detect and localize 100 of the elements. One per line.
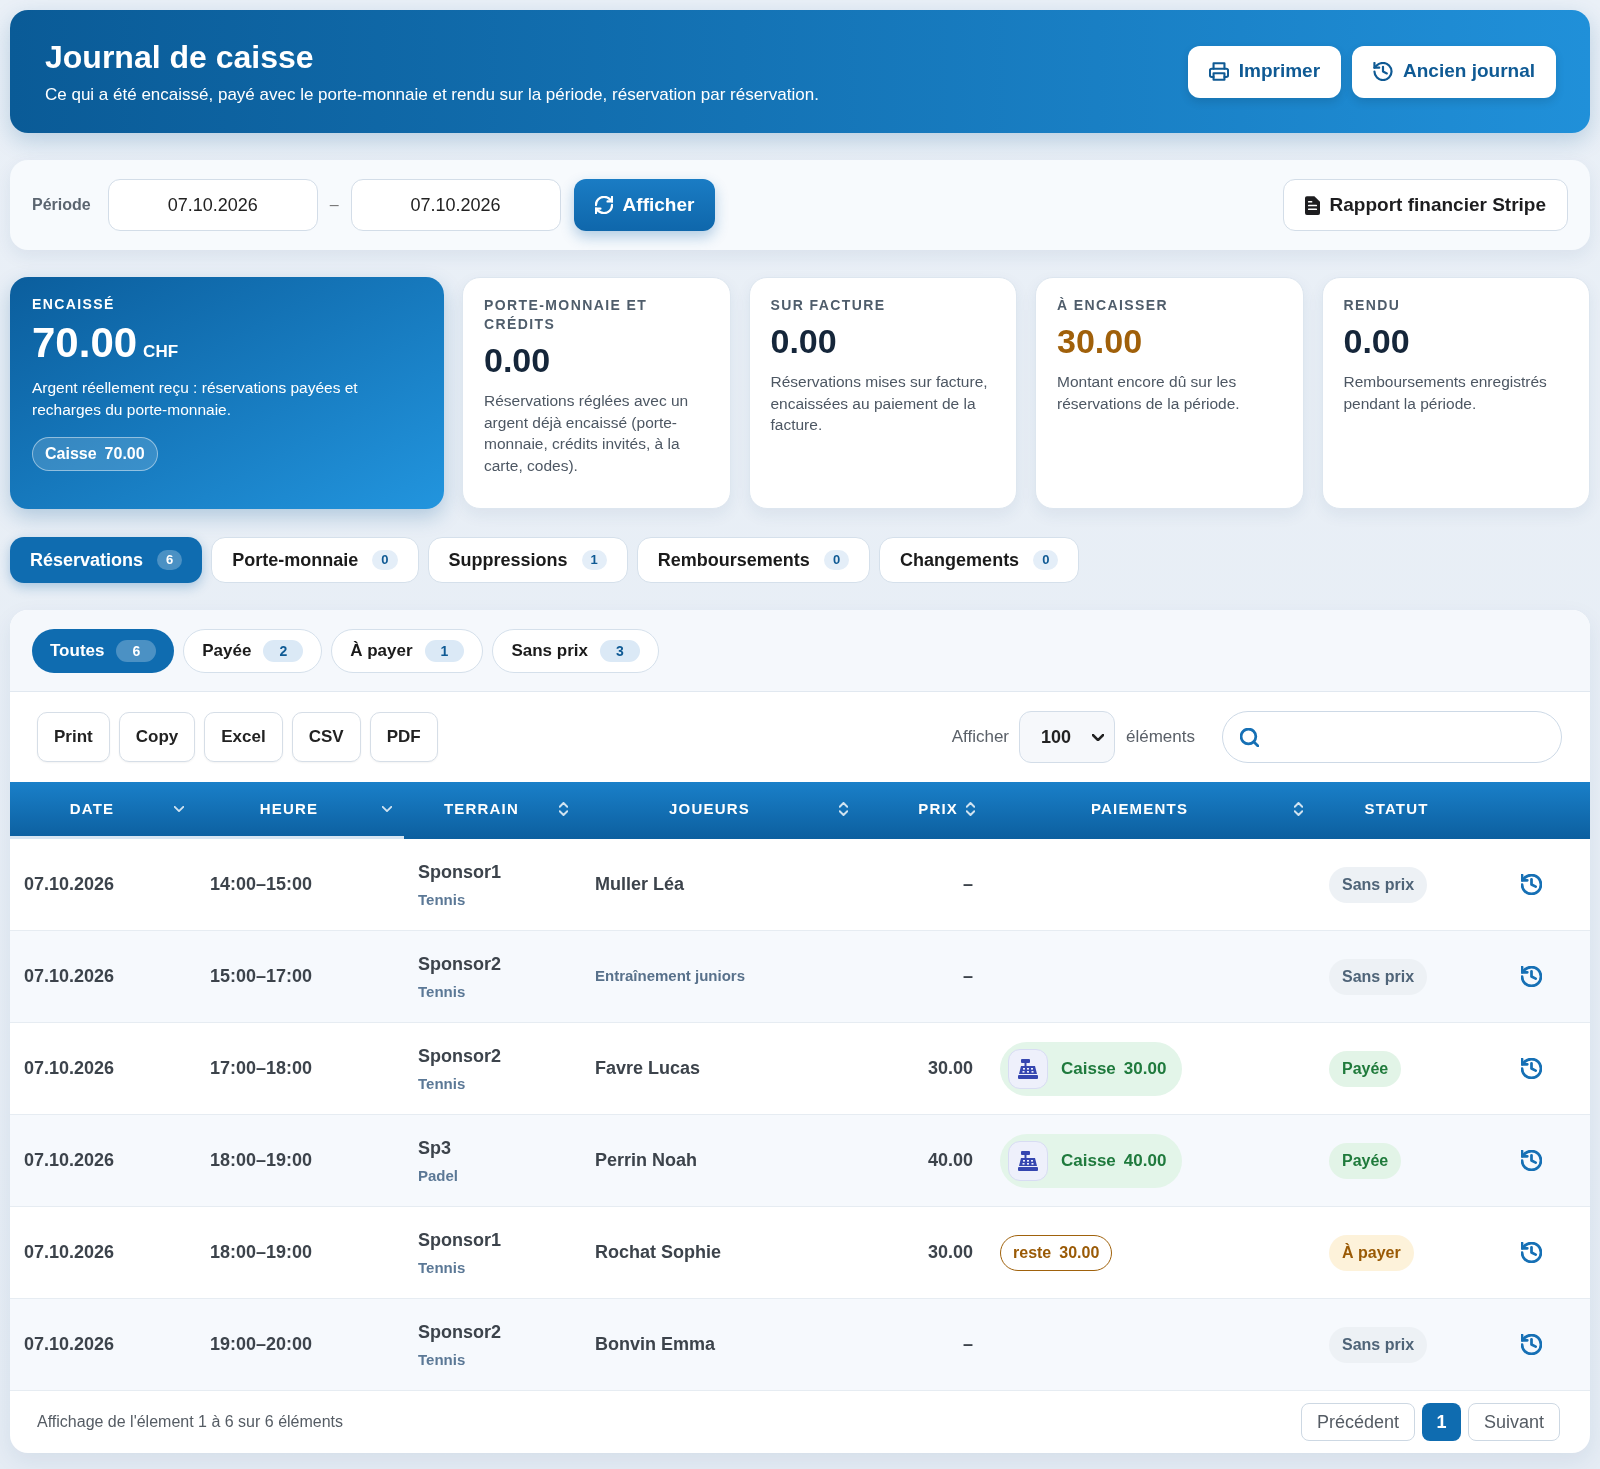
- sort-icon: [1294, 802, 1303, 816]
- column-header[interactable]: TERRAIN: [404, 782, 580, 839]
- player-name: Rochat Sophie: [595, 1241, 721, 1264]
- export-button[interactable]: CSV: [291, 712, 361, 762]
- history-button[interactable]: [1521, 966, 1542, 987]
- export-button[interactable]: Excel: [204, 712, 283, 762]
- history-button[interactable]: [1521, 1334, 1542, 1355]
- filter-pill[interactable]: À payer 1: [331, 628, 484, 673]
- sport-label: Tennis: [418, 1350, 466, 1369]
- cash-register-icon: [1008, 1048, 1048, 1089]
- status-badge: Payée: [1329, 1050, 1402, 1087]
- card-description: Argent réellement reçu : réservations payées et recharges du porte-monnaie.: [32, 378, 359, 420]
- tab[interactable]: Changements 0: [879, 537, 1080, 583]
- filter-pill[interactable]: Payée 2: [183, 628, 323, 673]
- start-date-field[interactable]: 07.10.2026: [107, 179, 318, 231]
- printer-icon: [1208, 62, 1229, 81]
- card-label: PORTE-MONNAIE ET CRÉDITS: [484, 296, 649, 334]
- next-button[interactable]: Suivant: [1467, 1403, 1560, 1441]
- count-badge: 0: [372, 550, 398, 570]
- date-cell-text: 07.10.2026: [23, 965, 116, 988]
- status-badge: Sans prix: [1329, 866, 1428, 903]
- search-icon: [1240, 727, 1259, 747]
- status-badge: Payée: [1329, 1142, 1402, 1179]
- show-button[interactable]: Afficher: [573, 179, 716, 231]
- history-button[interactable]: [1521, 1242, 1542, 1263]
- tab[interactable]: Remboursements 0: [636, 537, 871, 583]
- history-icon: [1521, 1150, 1542, 1171]
- card-value: 30.00: [1057, 321, 1143, 361]
- page-title: Journal de caisse: [45, 37, 315, 76]
- card-description: Remboursements enregistrés pendant la période.: [1343, 372, 1548, 414]
- card-description: Réservations réglées avec un argent déjà encaissé (porte-monnaie, crédits invités, à la carte, codes).: [484, 391, 690, 476]
- end-date-field[interactable]: 07.10.2026: [350, 179, 561, 231]
- court-name: Sponsor1: [418, 1228, 501, 1251]
- history-icon: [1521, 966, 1542, 987]
- history-button[interactable]: [1521, 1150, 1542, 1171]
- column-header[interactable]: JOUEURS: [580, 782, 860, 839]
- previous-button[interactable]: Précédent: [1300, 1403, 1415, 1441]
- document-icon: [1304, 195, 1320, 215]
- court-name: Sp3: [418, 1136, 451, 1159]
- page-button[interactable]: 1: [1421, 1403, 1461, 1441]
- tab[interactable]: Porte-monnaie 0: [211, 537, 419, 583]
- count-badge: 0: [1033, 550, 1059, 570]
- sport-label: Tennis: [418, 890, 466, 909]
- court-name: Sponsor1: [418, 860, 501, 883]
- chevron-down-icon: [382, 806, 392, 812]
- history-button[interactable]: [1521, 1058, 1542, 1079]
- sort-icon: [839, 802, 848, 816]
- search-field[interactable]: [1222, 711, 1562, 763]
- time-cell-text: 18:00–19:00: [209, 1241, 314, 1264]
- sort-icon: [559, 802, 568, 816]
- count-badge: 2: [263, 639, 304, 662]
- page-subtitle: Ce qui a été encaissé, payé avec le porte-monnaie et rendu sur la période, réservation par réservation.: [45, 83, 819, 106]
- price-cell-text: 40.00: [927, 1149, 973, 1172]
- cash-badge: Caisse 70.00: [32, 437, 158, 471]
- sport-label: Tennis: [418, 982, 466, 1001]
- currency-label: CHF: [143, 341, 179, 363]
- date-cell-text: 07.10.2026: [23, 1057, 116, 1080]
- status-badge: Sans prix: [1329, 958, 1428, 995]
- price-cell-text: –: [963, 873, 973, 896]
- page-length-select[interactable]: 100: [1019, 711, 1115, 763]
- group-name: Entraînement juniors: [595, 966, 746, 987]
- tab[interactable]: Suppressions 1: [427, 537, 628, 583]
- table-info: Affichage de l'élement 1 à 6 sur 6 éléments: [37, 1412, 344, 1432]
- export-button[interactable]: Copy: [118, 712, 196, 762]
- status-badge: À payer: [1329, 1234, 1414, 1271]
- tab[interactable]: Réservations 6: [10, 537, 203, 583]
- history-icon: [1521, 1242, 1542, 1263]
- history-icon: [1373, 62, 1394, 81]
- card-description: Réservations mises sur facture, encaissées au paiement de la facture.: [770, 372, 989, 435]
- column-header[interactable]: PRIX: [860, 782, 985, 839]
- count-badge: 6: [116, 639, 157, 662]
- chevron-down-icon: [174, 806, 184, 812]
- old-journal-button[interactable]: Ancien journal: [1352, 45, 1556, 98]
- player-name: Favre Lucas: [595, 1057, 701, 1080]
- imprimer-button[interactable]: Imprimer: [1187, 45, 1342, 98]
- history-button[interactable]: [1521, 874, 1542, 895]
- stripe-report-button[interactable]: Rapport financier Stripe: [1282, 179, 1568, 231]
- player-name: Bonvin Emma: [595, 1333, 716, 1356]
- date-cell-text: 07.10.2026: [23, 873, 116, 896]
- remaining-badge: reste 30.00: [1000, 1234, 1113, 1271]
- date-cell-text: 07.10.2026: [23, 1333, 116, 1356]
- player-name: Muller Léa: [595, 873, 685, 896]
- filter-pill[interactable]: Toutes 6: [32, 628, 175, 673]
- card-value: 0.00: [770, 321, 837, 361]
- sport-label: Padel: [418, 1166, 459, 1185]
- court-name: Sponsor2: [418, 1320, 501, 1343]
- count-badge: 1: [424, 639, 465, 662]
- court-name: Sponsor2: [418, 952, 501, 975]
- range-separator: –: [329, 195, 339, 215]
- status-badge: Sans prix: [1329, 1326, 1428, 1363]
- payment-amount: Caisse 40.00: [1061, 1149, 1167, 1172]
- history-icon: [1521, 1058, 1542, 1079]
- count-badge: 6: [157, 550, 183, 570]
- card-label: ENCAISSÉ: [32, 295, 115, 313]
- column-header[interactable]: PAIEMENTS: [985, 782, 1315, 839]
- card-label: RENDU: [1343, 296, 1401, 315]
- price-cell-text: –: [963, 965, 973, 988]
- export-button[interactable]: Print: [37, 712, 110, 762]
- filter-pill[interactable]: Sans prix 3: [492, 628, 659, 673]
- export-button[interactable]: PDF: [369, 712, 438, 762]
